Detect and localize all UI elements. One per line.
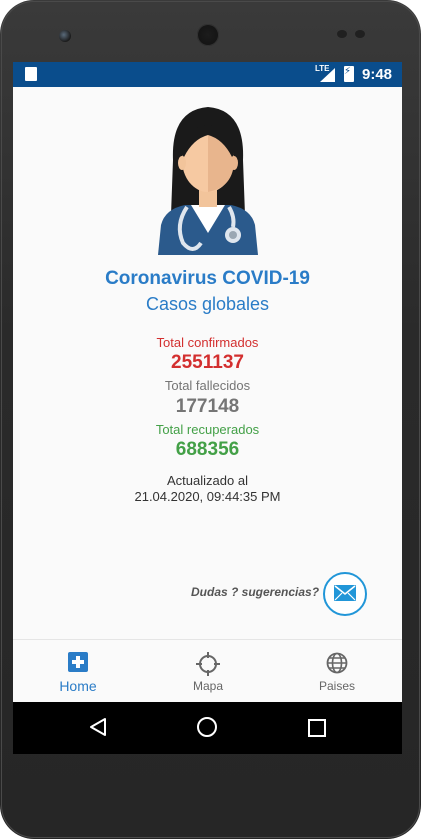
globe-icon — [326, 652, 348, 674]
nav-label-home: Home — [59, 678, 97, 694]
doctor-avatar — [158, 107, 258, 255]
signal-icon — [320, 68, 335, 82]
updated-datetime: 21.04.2020, 09:44:35 PM — [134, 489, 281, 504]
crosshair-icon — [196, 652, 220, 676]
plus-box-icon — [68, 652, 88, 672]
recovered-label: Total recuperados — [155, 422, 260, 437]
light-sensor — [355, 30, 365, 38]
nav-item-mapa[interactable]: Mapa — [143, 640, 273, 703]
updated-timestamp: Actualizado al 21.04.2020, 09:44:35 PM — [13, 473, 402, 505]
proximity-sensor — [337, 30, 347, 38]
feedback-mail-button[interactable] — [323, 572, 367, 616]
home-circle-icon[interactable] — [197, 717, 217, 737]
main-content: Coronavirus COVID-19 Casos globales Tota… — [13, 87, 402, 640]
bottom-navigation: Home Mapa Paises — [13, 639, 402, 703]
recovered-value: 688356 — [175, 439, 240, 460]
status-time: 9:48 — [362, 66, 393, 83]
nav-label-mapa: Mapa — [192, 679, 224, 693]
recent-apps-icon[interactable] — [308, 719, 326, 737]
feedback-text: Dudas ? sugerencias? — [191, 585, 320, 599]
page-title: Coronavirus COVID-19 — [105, 268, 310, 289]
earpiece-speaker — [197, 24, 219, 46]
android-navigation-bar — [13, 702, 402, 754]
mail-icon — [334, 585, 356, 601]
deaths-value: 177148 — [175, 396, 240, 417]
page-subtitle: Casos globales — [145, 294, 270, 314]
confirmed-value: 2551137 — [171, 352, 244, 373]
deaths-label: Total fallecidos — [164, 378, 251, 393]
status-bar: LTE 9:48 — [13, 62, 402, 87]
nav-label-paises: Paises — [318, 679, 356, 693]
back-icon[interactable] — [88, 717, 108, 737]
sd-card-icon — [25, 67, 37, 81]
nav-item-home[interactable]: Home — [13, 640, 143, 703]
updated-label: Actualizado al — [167, 473, 248, 488]
screen: LTE 9:48 — [13, 62, 402, 754]
phone-frame: LTE 9:48 — [0, 0, 421, 839]
nav-item-paises[interactable]: Paises — [272, 640, 402, 703]
front-camera — [59, 30, 71, 42]
battery-icon — [344, 66, 354, 82]
confirmed-label: Total confirmados — [156, 335, 259, 350]
